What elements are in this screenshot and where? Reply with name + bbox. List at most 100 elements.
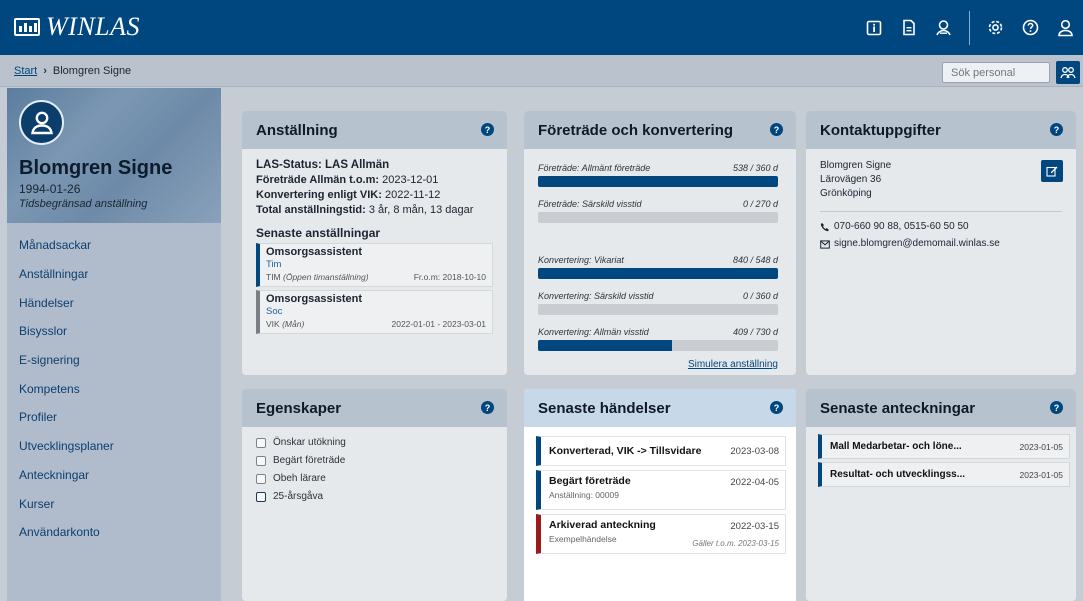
progress-bar [538,304,778,315]
priority-conversion-card-header: Företräde och konvertering ? [524,111,796,149]
note-item[interactable]: Resultat- och utvecklingss... 2023-01-05 [818,462,1070,487]
phone-icon [820,223,829,232]
contact-email[interactable]: signe.blomgren@demomail.winlas.se [834,237,1000,251]
progress-value: 840 / 548 d [732,255,778,265]
contact-phone-row: 070-660 90 88, 0515-60 50 50 [820,220,1062,234]
help-icon[interactable]: ? [1050,401,1063,414]
checkbox[interactable] [256,491,266,502]
sidebar-item-profiler[interactable]: Profiler [7,403,221,432]
contact-card-header: Kontaktuppgifter ? [806,111,1076,149]
progress-value: 0 / 270 d [742,199,778,209]
progress-label: Företräde: Särskild visstid [538,199,642,209]
recent-events-card-body: Konverterad, VIK -> Tillsvidare 2023-03-… [524,427,796,554]
sidebar-menu: Månadsackar Anställningar Händelser Bisy… [7,223,221,547]
sidebar-item-kompetens[interactable]: Kompetens [7,374,221,403]
checkbox[interactable] [256,437,266,448]
konvertering-row: Konvertering enligt VIK: 2022-11-12 [256,189,493,201]
sidebar-item-e-signering[interactable]: E-signering [7,346,221,375]
contact-city: Grönköping [820,188,872,199]
search-people-button[interactable] [1056,61,1080,84]
checkbox[interactable] [256,455,266,466]
recent-events-card-header: Senaste händelser ? [524,389,796,427]
gear-icon[interactable] [981,13,1010,42]
breadcrumb-separator: › [43,65,47,77]
profile-header: Blomgren Signe 1994-01-26 Tidsbegränsad … [7,88,221,223]
event-item[interactable]: Arkiverad anteckning Exempelhändelse 202… [536,514,786,554]
property-label: Önskar utökning [273,437,346,448]
event-item[interactable]: Begärt företräde Anställning: 00009 2022… [536,470,786,510]
employment-title: Omsorgsassistent [266,293,362,305]
progress-row: Konvertering: Allmän visstid 409 / 730 d [538,327,778,351]
sidebar-item-manadsackar[interactable]: Månadsackar [7,231,221,260]
recent-events-card: Senaste händelser ? Konverterad, VIK -> … [524,389,796,601]
contact-phone[interactable]: 070-660 90 88, 0515-60 50 50 [834,220,969,234]
profile-name: Blomgren Signe [19,157,173,179]
badge-icon[interactable] [929,13,958,42]
sidebar-item-handelser[interactable]: Händelser [7,288,221,317]
employment-item[interactable]: Omsorgsassistent Tim TIM (Öppen timanstä… [256,243,493,287]
properties-card-body: Önskar utökning Begärt företräde Obeh lä… [242,427,507,519]
employment-title: Omsorgsassistent [266,246,362,258]
employment-item[interactable]: Omsorgsassistent Soc VIK (Mån) 2022-01-0… [256,290,493,334]
checkbox[interactable] [256,473,266,484]
sidebar-item-anstallningar[interactable]: Anställningar [7,260,221,289]
help-icon[interactable]: ? [770,123,783,136]
employment-card-header: Anställning ? [242,111,507,149]
las-status: LAS-Status: LAS Allmän [256,159,390,171]
breadcrumb-current: Blomgren Signe [52,65,132,77]
property-checkbox-row[interactable]: 25-årsgåva [256,491,493,502]
edit-contact-button[interactable] [1041,160,1063,182]
event-subtitle: Anställning: 00009 [549,490,619,500]
property-checkbox-row[interactable]: Önskar utökning [256,437,493,448]
sidebar-item-utvecklingsplaner[interactable]: Utvecklingsplaner [7,432,221,461]
info-icon[interactable] [859,13,888,42]
total-time-value: 3 år, 8 mån, 13 dagar [368,204,474,216]
progress-row: Företräde: Särskild visstid 0 / 270 d [538,199,778,223]
help-icon[interactable]: ? [481,123,494,136]
progress-label: Konvertering: Allmän visstid [538,327,649,337]
contact-card-body: Blomgren Signe Lärovägen 36 Grönköping 0… [806,149,1076,264]
properties-card-title: Egenskaper [256,399,342,417]
recent-employments-title: Senaste anställningar [256,226,381,240]
employment-unit: Tim [266,259,282,270]
profile-birthdate: 1994-01-26 [19,182,81,196]
recent-notes-card-header: Senaste anteckningar ? [806,389,1076,427]
progress-value: 409 / 730 d [732,327,778,337]
property-label: Begärt företräde [273,455,346,466]
edit-icon [1046,166,1058,177]
note-item[interactable]: Mall Medarbetar- och löne... 2023-01-05 [818,434,1070,459]
property-checkbox-row[interactable]: Begärt företräde [256,455,493,466]
breadcrumb-start-link[interactable]: Start [14,65,37,77]
simulate-employment-link[interactable]: Simulera anställning [538,359,778,370]
sidebar-item-anteckningar[interactable]: Anteckningar [7,461,221,490]
contact-card-title: Kontaktuppgifter [820,121,941,139]
app-logo[interactable]: WINLAS [14,12,140,42]
help-icon[interactable]: ? [481,401,494,414]
breadcrumb: Start › Blomgren Signe [14,65,131,77]
search-input[interactable] [942,62,1050,83]
help-icon[interactable]: ? [1050,123,1063,136]
progress-label: Konvertering: Särskild visstid [538,291,654,301]
employment-card: Anställning ? LAS-Status: LAS Allmän För… [242,111,507,375]
sidebar-item-bisysslor[interactable]: Bisysslor [7,317,221,346]
user-icon[interactable] [1051,13,1080,42]
recent-notes-card-title: Senaste anteckningar [820,399,976,417]
event-item[interactable]: Konverterad, VIK -> Tillsvidare 2023-03-… [536,436,786,466]
konvertering-value: 2022-11-12 [384,189,441,201]
event-date: 2023-03-08 [730,446,779,457]
property-checkbox-row[interactable]: Obeh lärare [256,473,493,484]
progress-label: Företräde: Allmänt företräde [538,163,651,173]
help-icon[interactable]: ? [770,401,783,414]
help-icon[interactable] [1016,13,1045,42]
progress-bar [538,268,778,279]
sidebar-item-kurser[interactable]: Kurser [7,489,221,518]
priority-conversion-card-title: Företräde och konvertering [538,121,734,139]
progress-value: 0 / 360 d [742,291,778,301]
breadcrumb-bar: Start › Blomgren Signe [0,55,1083,87]
document-icon[interactable] [894,13,923,42]
employment-card-title: Anställning [256,121,338,139]
property-label: 25-årsgåva [273,491,324,502]
sidebar-item-anvandarkonto[interactable]: Användarkonto [7,518,221,547]
topbar-divider [969,10,970,45]
event-valid-until: Gäller t.o.m. 2023-03-15 [692,539,779,548]
